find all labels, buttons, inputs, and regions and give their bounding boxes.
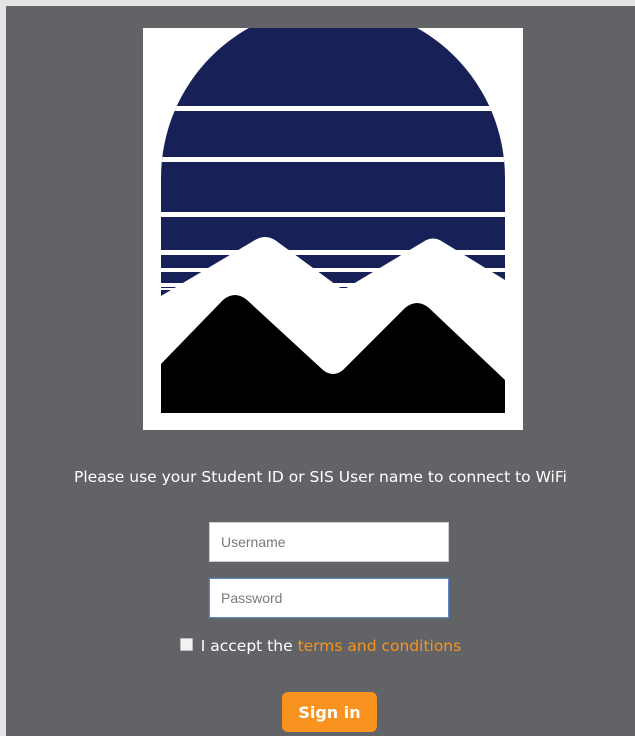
password-input[interactable]: [209, 578, 449, 618]
terms-row: I accept the terms and conditions: [6, 637, 635, 655]
login-page: Please use your Student ID or SIS User n…: [6, 6, 635, 736]
logo: [143, 28, 523, 430]
connect-instructions: Please use your Student ID or SIS User n…: [74, 468, 567, 486]
terms-checkbox[interactable]: [179, 638, 193, 651]
mountain-logo-icon: [161, 28, 505, 413]
terms-and-conditions-link[interactable]: terms and conditions: [298, 637, 462, 655]
terms-label: I accept the: [200, 637, 293, 655]
username-input[interactable]: [209, 522, 449, 562]
sign-in-button[interactable]: Sign in: [282, 692, 377, 732]
